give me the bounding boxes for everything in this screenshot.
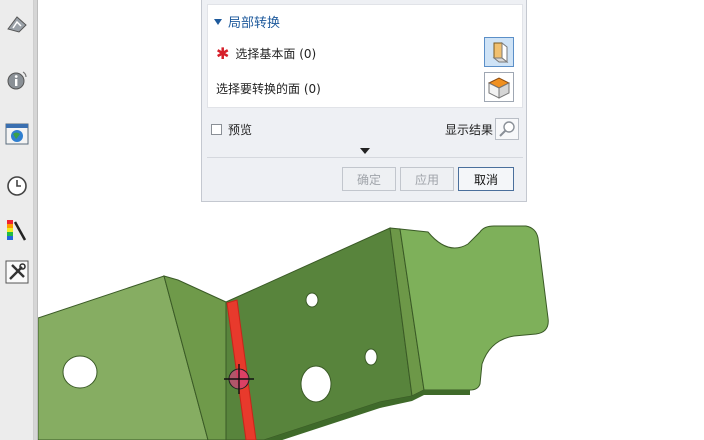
show-result-button[interactable] [495, 118, 519, 140]
web-browser-icon[interactable] [5, 122, 29, 146]
ok-button[interactable]: 确定 [342, 167, 396, 191]
history-icon[interactable] [5, 174, 29, 198]
group-header[interactable]: 局部转换 [214, 12, 280, 31]
tools-icon[interactable] [5, 260, 29, 284]
group-title: 局部转换 [228, 16, 281, 31]
preview-row[interactable]: 预览 [211, 121, 252, 138]
select-base-face-button[interactable] [484, 37, 514, 67]
preview-checkbox[interactable] [211, 124, 222, 135]
cancel-button[interactable]: 取消 [458, 167, 514, 191]
palette-icon[interactable] [5, 218, 29, 242]
preview-label: 预览 [228, 123, 253, 137]
expand-more-icon[interactable] [360, 148, 370, 154]
local-convert-group: 局部转换 ✱ 选择基本面 (0) 选择要转换的面 (0) [207, 4, 523, 108]
part-navigator-icon[interactable] [5, 12, 29, 36]
select-convert-face-row[interactable]: 选择要转换的面 (0) [216, 80, 321, 97]
collapse-triangle-icon[interactable] [214, 18, 222, 25]
select-convert-face-label: 选择要转换的面 (0) [216, 82, 321, 96]
face-select-icon [492, 41, 509, 64]
divider [207, 157, 523, 158]
select-base-face-row[interactable]: ✱ 选择基本面 (0) [216, 45, 316, 62]
box-face-icon [487, 77, 511, 99]
apply-button[interactable]: 应用 [400, 167, 454, 191]
convert-face-dialog: 局部转换 ✱ 选择基本面 (0) 选择要转换的面 (0) 预览 显示结果 确定 … [201, 0, 527, 202]
resource-bar [0, 0, 34, 440]
show-result-label: 显示结果 [445, 123, 494, 137]
select-convert-face-button[interactable] [484, 72, 514, 102]
magnifier-icon [499, 121, 515, 137]
required-asterisk-icon: ✱ [216, 43, 230, 63]
select-base-face-label: 选择基本面 (0) [235, 47, 317, 61]
info-icon[interactable] [5, 68, 29, 92]
